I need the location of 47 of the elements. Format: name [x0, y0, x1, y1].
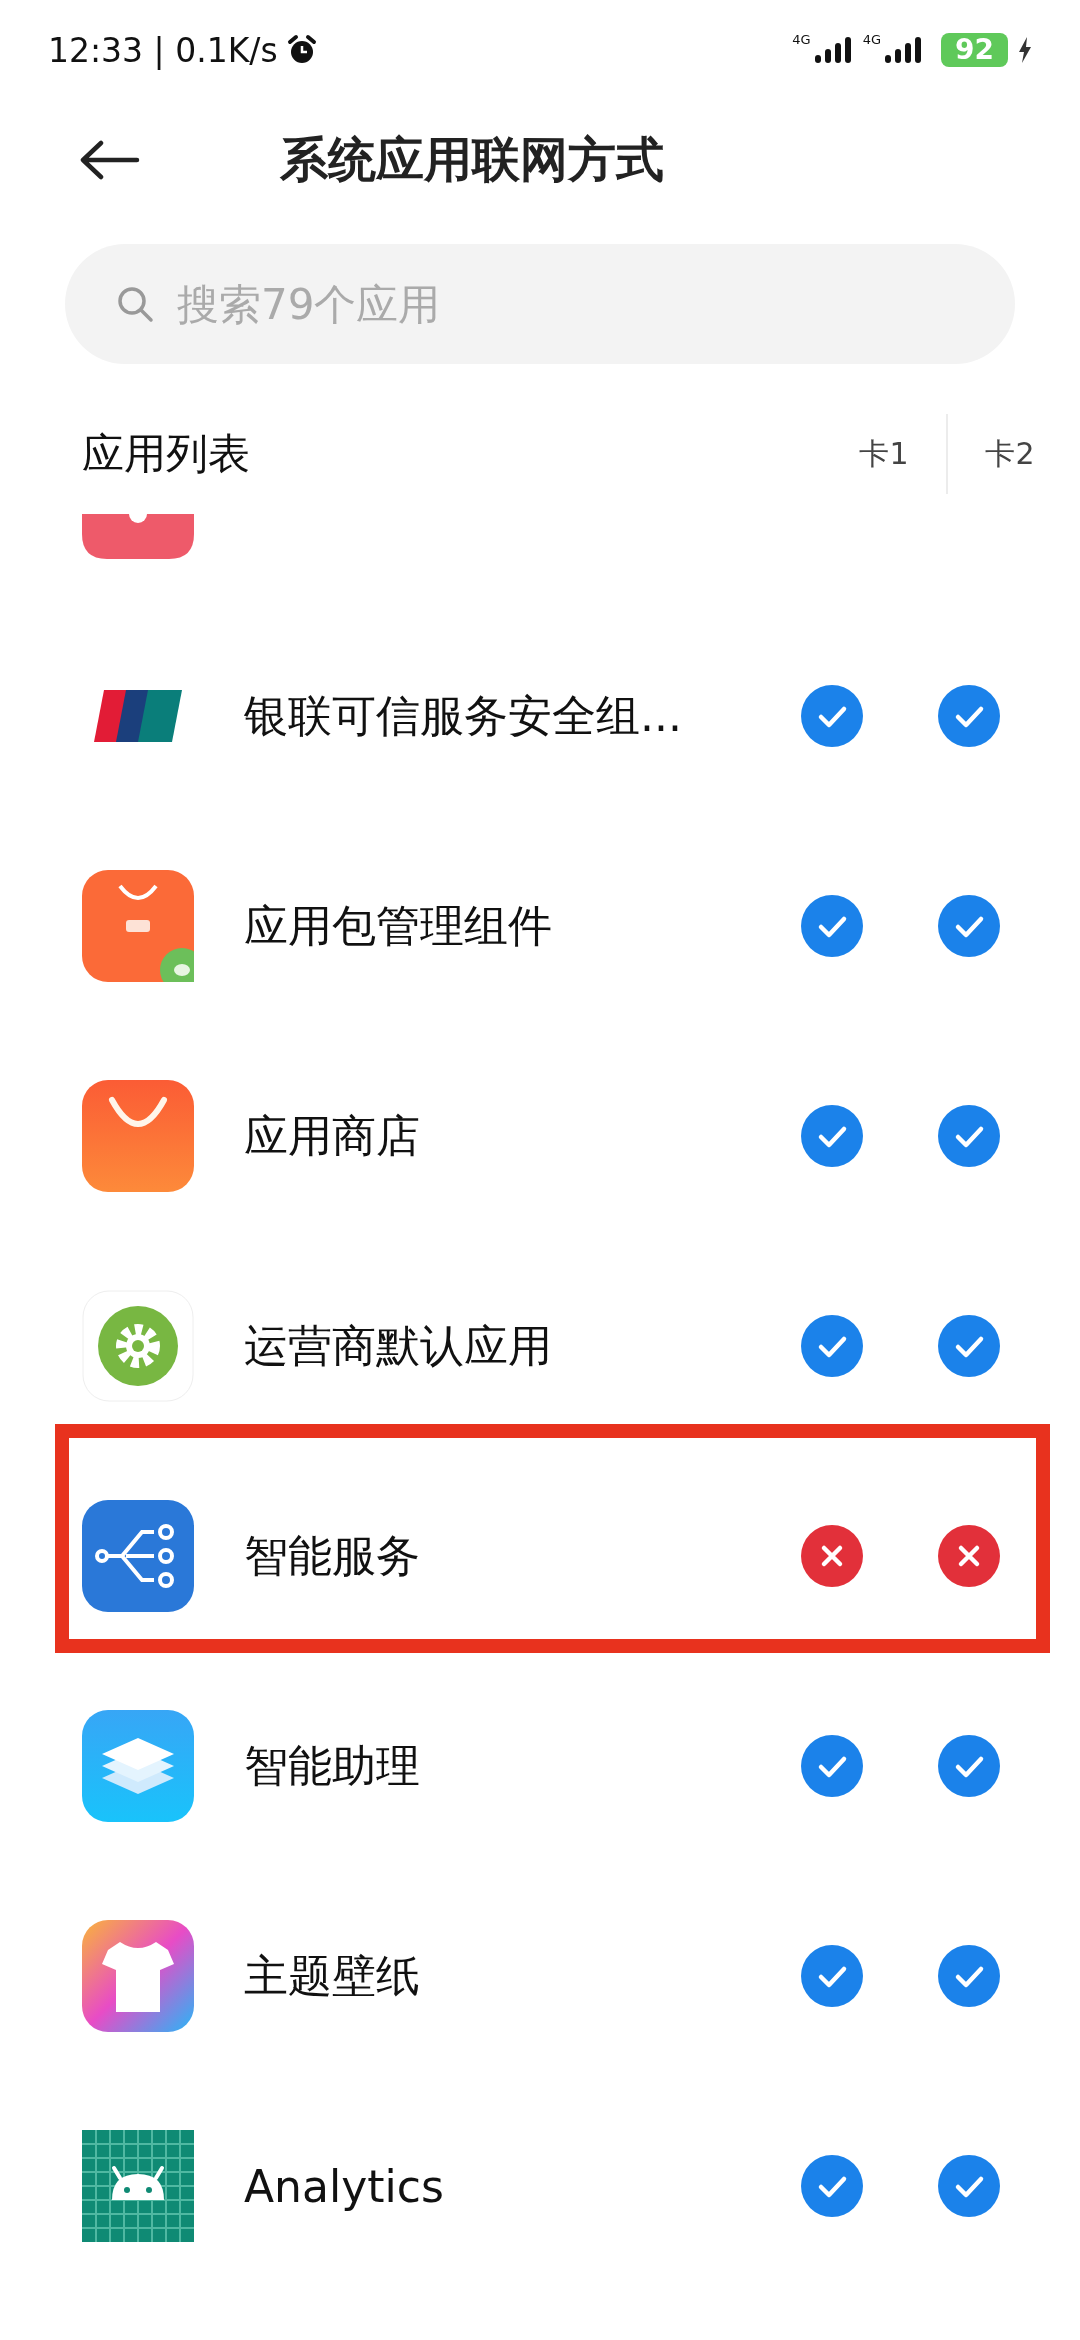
app-icon: [82, 1080, 194, 1192]
network-type: 4G: [792, 31, 811, 47]
allowed-check-icon[interactable]: [801, 1315, 863, 1377]
allowed-check-icon[interactable]: [938, 1735, 1000, 1797]
charging-icon: [1018, 37, 1032, 63]
allowed-check-icon[interactable]: [801, 1735, 863, 1797]
allowed-check-icon[interactable]: [938, 1945, 1000, 2007]
allowed-check-icon[interactable]: [938, 685, 1000, 747]
battery-level: 92: [941, 33, 1008, 67]
blocked-cross-icon[interactable]: [938, 1525, 1000, 1587]
allowed-check-icon[interactable]: [938, 2155, 1000, 2217]
app-name: 应用商店: [244, 1108, 421, 1163]
blocked-cross-icon[interactable]: [801, 1525, 863, 1587]
status-time: 12:33 | 0.1K/s: [48, 30, 278, 70]
app-icon: [82, 1290, 194, 1402]
app-icon: [82, 1710, 194, 1822]
network-type: 4G: [862, 31, 882, 47]
search-field[interactable]: 搜索79个应用: [65, 244, 1015, 364]
signal-icon: [812, 35, 853, 65]
app-name: Analytics: [244, 2160, 445, 2212]
column-header: 卡2: [984, 434, 1036, 473]
page-title: 系统应用联网方式: [280, 130, 664, 189]
app-icon: [82, 2130, 194, 2242]
allowed-check-icon[interactable]: [938, 1105, 1000, 1167]
app-icon: [82, 870, 194, 982]
back-arrow-icon[interactable]: [78, 140, 140, 180]
allowed-check-icon[interactable]: [938, 895, 1000, 957]
allowed-check-icon[interactable]: [801, 2155, 863, 2217]
app-icon: [82, 1500, 194, 1612]
app-icon: [82, 514, 194, 559]
app-icon: [82, 1920, 194, 2032]
allowed-check-icon[interactable]: [801, 1105, 863, 1167]
allowed-check-icon[interactable]: [938, 1315, 1000, 1377]
section-title: 应用列表: [82, 428, 251, 480]
app-name: 运营商默认应用: [244, 1318, 553, 1373]
allowed-check-icon[interactable]: [801, 895, 863, 957]
app-name: 智能服务: [244, 1528, 421, 1583]
column-header: 卡1: [858, 434, 910, 473]
search-icon: [115, 284, 155, 324]
app-name: 应用包管理组件: [244, 898, 553, 953]
allowed-check-icon[interactable]: [801, 1945, 863, 2007]
alarm-clock-icon: [285, 34, 318, 66]
signal-icon: [883, 35, 924, 65]
app-name: 主题壁纸: [244, 1948, 421, 2003]
allowed-check-icon[interactable]: [801, 685, 863, 747]
app-name: 智能助理: [244, 1738, 421, 1793]
app-name: 银联可信服务安全组...: [244, 688, 683, 743]
